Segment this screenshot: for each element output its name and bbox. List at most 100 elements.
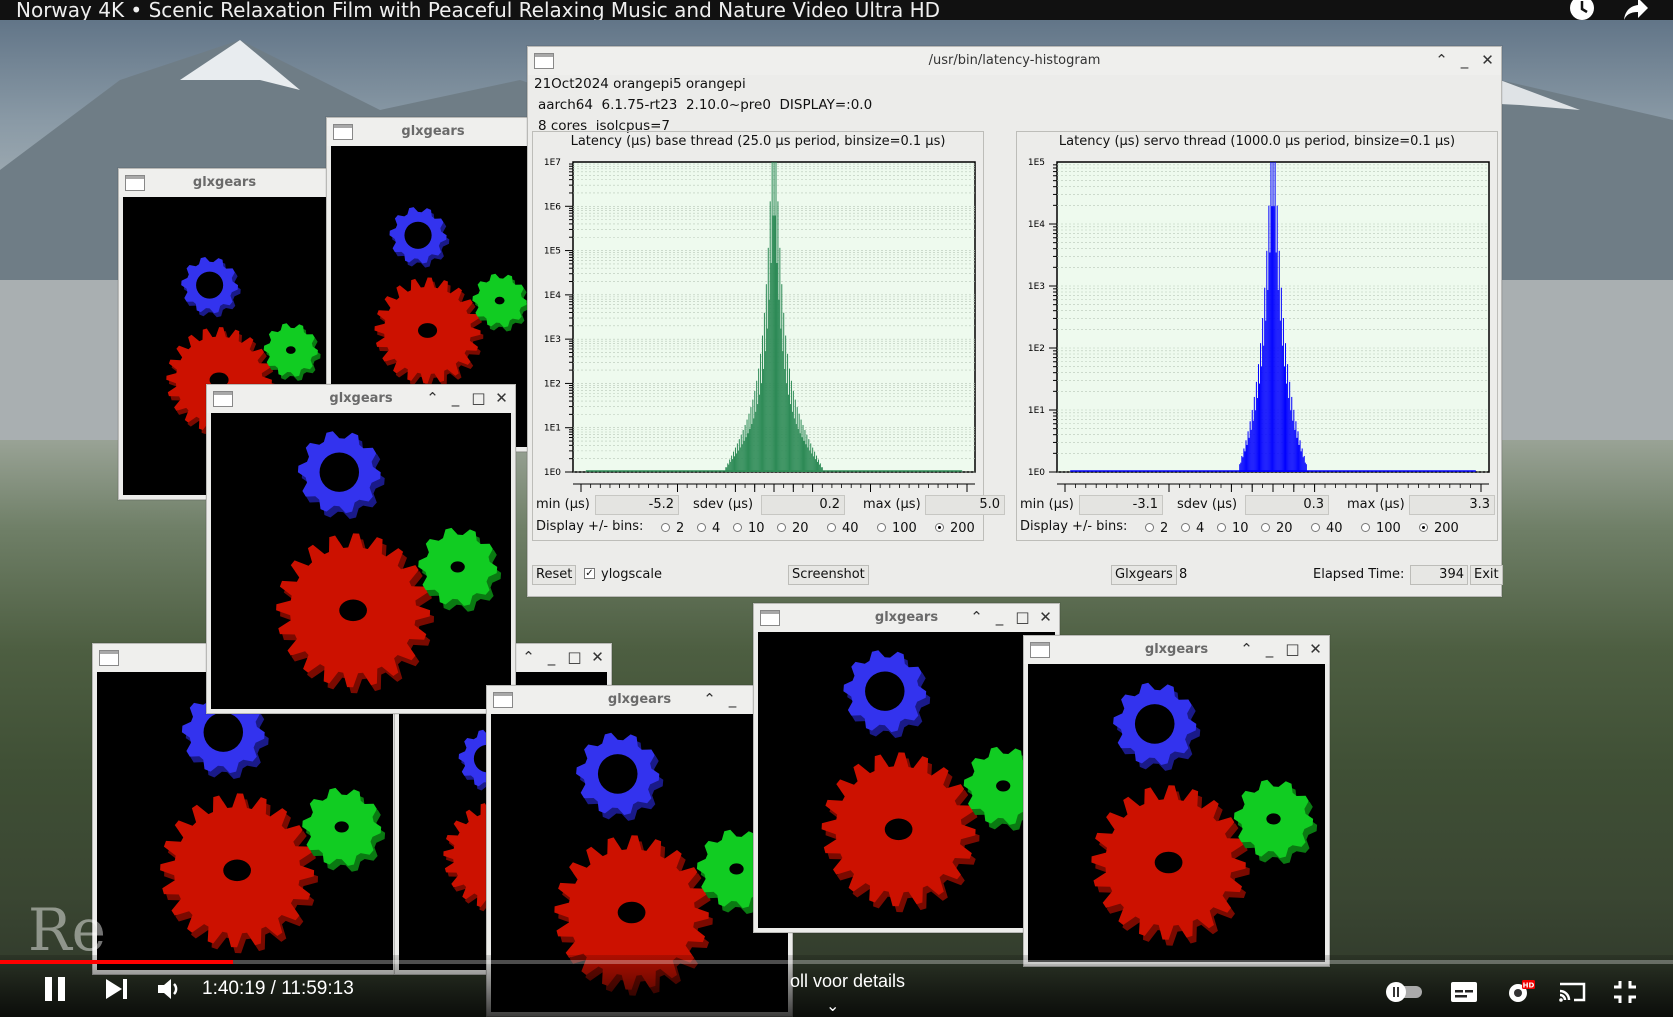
- window-titlebar[interactable]: glxgears: [327, 118, 539, 146]
- max-value: 3.3: [1409, 495, 1495, 515]
- close-icon[interactable]: ✕: [590, 648, 605, 666]
- watch-later-icon[interactable]: [1568, 0, 1596, 20]
- histogram-bar: [808, 439, 810, 472]
- next-icon[interactable]: [104, 977, 130, 1005]
- bins-radio-10[interactable]: 10: [1217, 521, 1249, 536]
- glxgears-window[interactable]: glxgears ⌃ _ □ ✕: [753, 603, 1060, 933]
- bins-radio-40[interactable]: 40: [827, 521, 859, 536]
- glxgears-button[interactable]: Glxgears: [1111, 565, 1177, 585]
- gears-canvas: [1028, 664, 1325, 962]
- window-titlebar[interactable]: glxgears: [119, 169, 330, 197]
- subtitles-icon[interactable]: [1450, 981, 1478, 1007]
- radio-button[interactable]: [1181, 523, 1190, 532]
- minimize-icon[interactable]: _: [992, 608, 1007, 626]
- radio-button[interactable]: [697, 523, 706, 532]
- histogram-bar: [1245, 440, 1247, 472]
- bins-radio-4[interactable]: 4: [1181, 521, 1204, 536]
- histogram-bar: [814, 451, 816, 472]
- close-icon[interactable]: ✕: [1308, 640, 1323, 658]
- minimize-icon[interactable]: _: [448, 389, 463, 407]
- shade-icon[interactable]: ⌃: [1434, 51, 1449, 69]
- screenshot-button[interactable]: Screenshot: [788, 565, 869, 585]
- ylogscale-toggle[interactable]: ✓ ylogscale: [584, 567, 662, 582]
- radio-label: 2: [676, 521, 685, 536]
- bins-radio-40[interactable]: 40: [1311, 521, 1343, 536]
- reset-button[interactable]: Reset: [532, 565, 577, 585]
- shade-icon[interactable]: ⌃: [969, 608, 984, 626]
- maximize-icon[interactable]: □: [567, 648, 582, 666]
- settings-gear-icon[interactable]: HD: [1505, 978, 1535, 1010]
- minimize-icon[interactable]: _: [725, 690, 740, 708]
- maximize-icon[interactable]: □: [471, 389, 486, 407]
- autoplay-toggle-icon[interactable]: [1384, 981, 1424, 1007]
- pause-icon[interactable]: [42, 975, 68, 1007]
- histogram-bar: [815, 459, 817, 472]
- cast-icon[interactable]: [1558, 980, 1588, 1008]
- radio-button[interactable]: [935, 523, 944, 532]
- histogram-bar: [778, 299, 780, 472]
- radio-button[interactable]: [827, 523, 836, 532]
- radio-button[interactable]: [1419, 523, 1428, 532]
- histogram-bar: [1242, 457, 1244, 472]
- radio-button[interactable]: [661, 523, 670, 532]
- window-titlebar[interactable]: glxgears ⌃ _ □ ✕: [754, 604, 1059, 632]
- histogram-bar: [821, 467, 823, 472]
- bins-radio-200[interactable]: 200: [935, 521, 975, 536]
- close-icon[interactable]: ✕: [494, 389, 509, 407]
- bins-radio-2[interactable]: 2: [1145, 521, 1168, 536]
- histogram-bar: [1259, 383, 1261, 472]
- bins-radio-4[interactable]: 4: [697, 521, 720, 536]
- bins-radio-2[interactable]: 2: [661, 521, 684, 536]
- red-gear: [821, 752, 980, 913]
- close-icon[interactable]: ✕: [1480, 51, 1495, 69]
- histogram-bar: [792, 390, 794, 472]
- window-titlebar[interactable]: glxgears ⌃ _: [487, 686, 792, 714]
- window-titlebar[interactable]: glxgears ⌃ _ □ ✕: [1024, 636, 1329, 664]
- radio-button[interactable]: [877, 523, 886, 532]
- radio-button[interactable]: [1217, 523, 1226, 532]
- histogram-bar: [742, 429, 744, 472]
- radio-button[interactable]: [1311, 523, 1320, 532]
- exit-button[interactable]: Exit: [1470, 565, 1503, 585]
- bins-label: Display +/- bins:: [1020, 519, 1128, 534]
- shade-icon[interactable]: ⌃: [425, 389, 440, 407]
- minimize-icon[interactable]: _: [1457, 51, 1472, 69]
- window-titlebar[interactable]: glxgears ⌃ _ □ ✕: [207, 385, 515, 413]
- bins-radio-20[interactable]: 20: [1261, 521, 1293, 536]
- maximize-icon[interactable]: □: [1285, 640, 1300, 658]
- bins-radio-200[interactable]: 200: [1419, 521, 1459, 536]
- sdev-label: sdev (µs): [693, 497, 754, 512]
- shade-icon[interactable]: ⌃: [521, 648, 536, 666]
- window-titlebar[interactable]: /usr/bin/latency-histogram ⌃ _ ✕: [528, 47, 1501, 75]
- radio-button[interactable]: [1261, 523, 1270, 532]
- minimize-icon[interactable]: _: [544, 648, 559, 666]
- bins-radio-100[interactable]: 100: [877, 521, 917, 536]
- glxgears-window[interactable]: glxgears ⌃ _ □ ✕: [206, 384, 516, 714]
- glxgears-window[interactable]: glxgears ⌃ _ □ ✕: [1023, 635, 1330, 967]
- bins-radio-20[interactable]: 20: [777, 521, 809, 536]
- scroll-for-details[interactable]: oll voor details: [790, 971, 905, 992]
- bins-radio-100[interactable]: 100: [1361, 521, 1401, 536]
- shade-icon[interactable]: ⌃: [1239, 640, 1254, 658]
- radio-button[interactable]: [733, 523, 742, 532]
- volume-icon[interactable]: [156, 977, 184, 1005]
- ylogscale-checkbox[interactable]: ✓: [584, 568, 595, 579]
- radio-label: 10: [1232, 521, 1249, 536]
- exit-fullscreen-icon[interactable]: [1612, 979, 1638, 1009]
- bins-radio-10[interactable]: 10: [733, 521, 765, 536]
- histogram-bar: [1301, 448, 1303, 472]
- histogram-bar: [801, 437, 803, 472]
- minimize-icon[interactable]: _: [1262, 640, 1277, 658]
- base-stats: min (µs) -5.2 sdev (µs) 0.2 max (µs) 5.0: [533, 494, 1005, 516]
- close-icon[interactable]: ✕: [1038, 608, 1053, 626]
- latency-histogram-window[interactable]: /usr/bin/latency-histogram ⌃ _ ✕ 21Oct2024…: [527, 46, 1503, 597]
- radio-button[interactable]: [1145, 523, 1154, 532]
- shade-icon[interactable]: ⌃: [702, 690, 717, 708]
- chevron-down-icon[interactable]: ⌄: [826, 996, 839, 1015]
- radio-button[interactable]: [777, 523, 786, 532]
- progress-bar[interactable]: [0, 960, 1673, 964]
- radio-button[interactable]: [1361, 523, 1370, 532]
- share-icon[interactable]: [1622, 0, 1650, 20]
- maximize-icon[interactable]: □: [1015, 608, 1030, 626]
- max-value: 5.0: [925, 495, 1005, 515]
